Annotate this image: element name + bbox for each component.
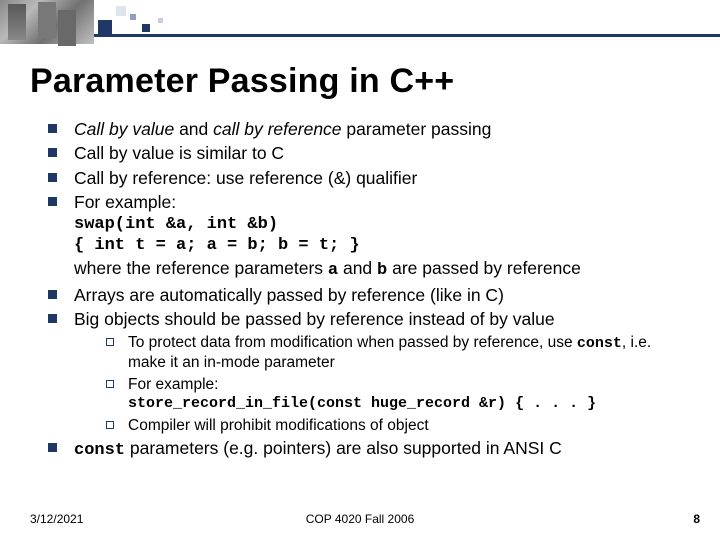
- code-inline: const: [74, 441, 125, 460]
- text: and: [338, 258, 377, 278]
- sub-bullet-list: To protect data from modification when p…: [74, 333, 690, 436]
- text: For example:: [74, 192, 176, 212]
- text: Call by value is similar to C: [74, 143, 284, 163]
- text: For example:: [128, 376, 218, 393]
- header-squares: [98, 6, 188, 34]
- text: Compiler will prohibit modifications of …: [128, 417, 429, 434]
- list-item: Compiler will prohibit modifications of …: [106, 416, 690, 436]
- list-item: const parameters (e.g. pointers) are als…: [48, 437, 690, 462]
- footer-page-number: 8: [693, 512, 700, 526]
- list-item: Call by value and call by reference para…: [48, 118, 690, 140]
- footer-course: COP 4020 Fall 2006: [0, 512, 720, 526]
- list-item: To protect data from modification when p…: [106, 333, 690, 373]
- text: parameters (e.g. pointers) are also supp…: [125, 438, 562, 458]
- list-item: Call by value is similar to C: [48, 142, 690, 164]
- list-item: Arrays are automatically passed by refer…: [48, 284, 690, 306]
- text: To protect data from modification when p…: [128, 334, 577, 351]
- text: where the reference parameters: [74, 258, 328, 278]
- code-line: store_record_in_file(const huge_record &…: [128, 394, 690, 413]
- list-item: For example: store_record_in_file(const …: [106, 375, 690, 414]
- text-italic: Call by value: [74, 119, 174, 139]
- square-icon: [130, 14, 136, 20]
- slide: Parameter Passing in C++ Call by value a…: [0, 0, 720, 540]
- list-item: Big objects should be passed by referenc…: [48, 308, 690, 435]
- text: and: [174, 119, 213, 139]
- text: Arrays are automatically passed by refer…: [74, 285, 504, 305]
- code-inline: const: [577, 335, 622, 352]
- square-icon: [98, 20, 112, 34]
- list-item: Call by reference: use reference (&) qua…: [48, 167, 690, 189]
- square-icon: [158, 18, 163, 23]
- text: Big objects should be passed by referenc…: [74, 309, 555, 329]
- header-rule: [94, 34, 720, 37]
- code-line: swap(int &a, int &b): [74, 214, 690, 236]
- code-inline: a: [328, 261, 338, 280]
- code-line: { int t = a; a = b; b = t; }: [74, 235, 690, 257]
- text: parameter passing: [342, 119, 492, 139]
- list-item: For example: swap(int &a, int &b) { int …: [48, 191, 690, 282]
- text: are passed by reference: [387, 258, 581, 278]
- code-inline: b: [377, 261, 387, 280]
- header-photo: [0, 0, 94, 44]
- slide-top-decoration: [0, 0, 720, 44]
- square-icon: [142, 24, 150, 32]
- text-italic: call by reference: [213, 119, 341, 139]
- slide-body: Call by value and call by reference para…: [48, 118, 690, 464]
- text: where the reference parameters a and b a…: [74, 257, 690, 282]
- square-icon: [116, 6, 126, 16]
- bullet-list: Call by value and call by reference para…: [48, 118, 690, 462]
- slide-title: Parameter Passing in C++: [30, 62, 454, 101]
- text: Call by reference: use reference (&) qua…: [74, 168, 417, 188]
